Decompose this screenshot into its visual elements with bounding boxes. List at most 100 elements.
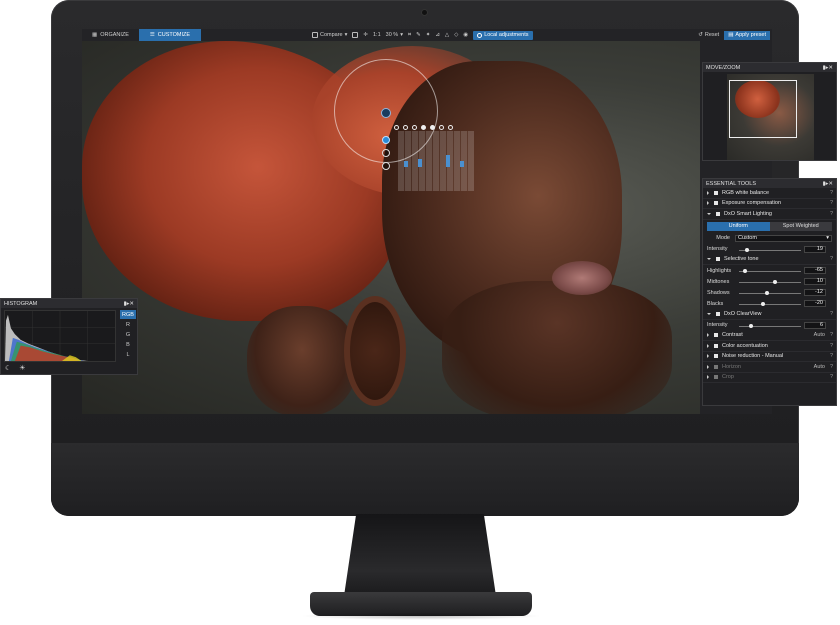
intensity-value[interactable]: 19 [804,245,826,253]
slider-knob[interactable] [773,280,777,284]
mode-spot-weighted-button[interactable]: Spot Weighted [769,221,832,231]
help-icon[interactable]: ? [830,256,833,262]
clearview-intensity-value[interactable]: 6 [804,321,826,329]
tool-noise-reduction[interactable]: Noise reduction - Manual ? [703,352,836,362]
zoom-fit-button[interactable]: 1:1 [373,29,381,41]
preset-icon[interactable] [448,125,453,130]
tool-color-accentuation[interactable]: Color accentuation ? [703,341,836,352]
tool-clearview[interactable]: DxO ClearView ? [703,309,836,320]
channel-r[interactable]: R [120,320,136,329]
control-point-mode-icon[interactable] [382,136,390,144]
expand-icon[interactable] [707,201,709,206]
apply-preset-button[interactable]: ▤ Apply preset [724,30,770,40]
reset-button[interactable]: ↺ Reset [698,29,719,41]
preset-icon[interactable] [430,125,435,130]
local-adjustments-button[interactable]: Local adjustments [473,30,533,40]
control-point-delete-icon[interactable] [382,162,390,170]
zoom-dropdown[interactable]: 30 % ▾ [386,29,403,41]
enable-checkbox[interactable] [714,333,718,338]
tool-contrast[interactable]: Contrast Auto ? [703,331,836,341]
shadows-value[interactable]: -12 [804,289,826,296]
tool-exposure-compensation[interactable]: Exposure compensation ? [703,199,836,209]
tool-horizon[interactable]: Horizon Auto ? [703,362,836,373]
slider-knob[interactable] [749,323,753,328]
tab-organize[interactable]: ▦ ORGANIZE [82,29,139,41]
help-icon[interactable]: ? [830,353,833,359]
enable-checkbox[interactable] [714,343,718,348]
slider-knob[interactable] [765,291,769,295]
preset-icon[interactable] [412,125,417,130]
clearview-intensity-slider[interactable] [739,323,801,328]
preset-icon[interactable] [394,125,399,130]
help-icon[interactable]: ? [830,364,833,370]
blacks-slider[interactable] [739,302,801,306]
help-icon[interactable]: ? [830,343,833,349]
tool-rgb-white-balance[interactable]: RGB white balance ? [703,188,836,199]
expand-icon[interactable] [707,354,709,359]
blacks-value[interactable]: -20 [804,300,826,307]
enable-checkbox[interactable] [716,257,720,262]
control-point-pin[interactable] [381,108,391,118]
slider-knob[interactable] [745,247,749,252]
redeye-icon[interactable]: ◇ [454,29,458,41]
control-point-mask-icon[interactable] [382,149,390,157]
preset-icon[interactable] [421,125,426,130]
palette-close-icon[interactable]: ▮▸✕ [823,65,833,71]
preset-icon[interactable] [403,125,408,130]
enable-checkbox[interactable] [714,190,718,195]
tab-customize[interactable]: ☰ CUSTOMIZE [138,29,201,41]
enable-checkbox[interactable] [716,311,720,316]
slider-knob[interactable] [761,302,765,306]
highlights-value[interactable]: -65 [804,267,826,274]
expand-icon[interactable] [707,375,709,380]
intensity-slider[interactable] [739,247,801,252]
horizon-icon[interactable]: △ [445,29,449,41]
help-icon[interactable]: ? [830,374,833,380]
enable-checkbox[interactable] [714,375,718,380]
enable-checkbox[interactable] [716,211,720,216]
channel-b[interactable]: B [120,340,136,349]
highlights-slider[interactable] [739,269,801,273]
mode-select[interactable]: Custom ▾ [735,234,832,242]
enable-checkbox[interactable] [714,201,718,206]
move-zoom-header[interactable]: MOVE/ZOOM ▮▸✕ [703,63,836,72]
tool-crop[interactable]: Crop ? [703,373,836,383]
expand-icon[interactable] [707,364,709,369]
eye-icon[interactable]: ◉ [463,29,468,41]
midtones-value[interactable]: 10 [804,278,826,285]
tool-smart-lighting[interactable]: DxO Smart Lighting ? [703,209,836,220]
preset-icon[interactable] [439,125,444,130]
essential-tools-header[interactable]: ESSENTIAL TOOLS ▮▸✕ [703,179,836,188]
moon-icon[interactable]: ☾ [5,364,11,372]
shadows-slider[interactable] [739,291,801,295]
enable-checkbox[interactable] [714,354,718,359]
help-icon[interactable]: ? [830,200,833,206]
collapse-icon[interactable] [707,212,711,215]
display-icon[interactable] [352,32,359,38]
slider-knob[interactable] [743,269,747,273]
sun-icon[interactable]: ☀ [19,364,25,372]
help-icon[interactable]: ? [830,311,833,317]
expand-icon[interactable] [707,333,709,338]
channel-rgb[interactable]: RGB [120,310,136,319]
image-viewer[interactable] [82,41,700,414]
mode-uniform-button[interactable]: Uniform [707,221,770,231]
channel-g[interactable]: G [120,330,136,339]
help-icon[interactable]: ? [830,332,833,338]
navigator-frame[interactable] [729,80,797,138]
midtones-slider[interactable] [739,280,801,284]
tool-selective-tone[interactable]: Selective tone ? [703,255,836,265]
crop-icon[interactable]: ⌗ [408,29,411,41]
help-icon[interactable]: ? [830,190,833,196]
compare-button[interactable]: Compare ▾ [312,29,347,41]
collapse-icon[interactable] [707,312,711,315]
navigator-thumbnail[interactable] [727,74,814,160]
channel-l[interactable]: L [120,350,136,359]
move-icon[interactable]: ✛ [363,29,368,41]
eyedropper-icon[interactable]: ✎ [416,29,421,41]
collapse-icon[interactable] [707,258,711,261]
expand-icon[interactable] [707,343,709,348]
perspective-icon[interactable]: ⊿ [435,29,440,41]
palette-close-icon[interactable]: ▮▸✕ [823,181,833,187]
palette-close-icon[interactable]: ▮▸✕ [124,301,134,307]
